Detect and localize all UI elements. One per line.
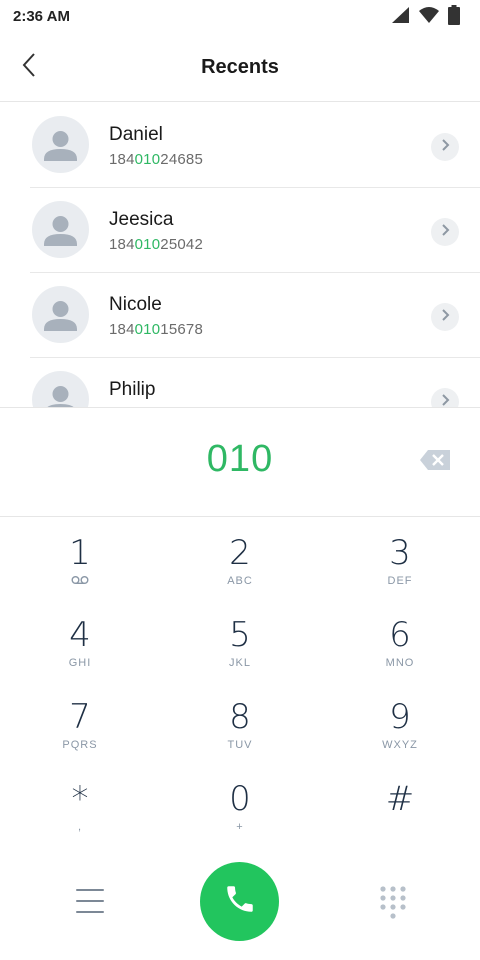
key-digit: 5 xyxy=(229,615,251,655)
divider xyxy=(0,516,480,517)
battery-icon xyxy=(448,4,460,30)
key-letters: + xyxy=(236,821,244,833)
avatar xyxy=(32,116,89,173)
status-bar: 2:36 AM xyxy=(0,0,480,34)
key-letters: TUV xyxy=(227,739,253,751)
recents-list: Daniel 18401024685 Jeesica 18401025042 N… xyxy=(0,103,480,408)
key-digit: 7 xyxy=(69,697,91,737)
menu-line xyxy=(76,911,104,913)
dialpad-toggle-button[interactable] xyxy=(378,885,408,921)
contact-row[interactable]: Nicole 18401015678 xyxy=(0,273,480,358)
status-time: 2:36 AM xyxy=(13,8,70,25)
key-hash[interactable]: # xyxy=(330,780,470,850)
wifi-icon xyxy=(418,6,440,29)
menu-button[interactable] xyxy=(74,886,106,916)
key-6[interactable]: 6 MNO xyxy=(330,616,470,686)
details-button[interactable] xyxy=(431,133,459,161)
key-0[interactable]: 0 + xyxy=(170,780,310,850)
key-letters: , xyxy=(77,821,83,833)
key-letters: ABC xyxy=(227,575,253,587)
person-icon xyxy=(32,131,89,173)
key-1[interactable]: 1 xyxy=(10,534,150,604)
divider xyxy=(0,407,480,408)
key-letters: GHI xyxy=(68,657,92,669)
dialed-number: 010 xyxy=(206,438,274,480)
page-title: Recents xyxy=(201,56,279,78)
key-digit: 6 xyxy=(389,615,411,655)
contact-row[interactable]: Jeesica 18401025042 xyxy=(0,188,480,273)
key-letters: MNO xyxy=(385,657,415,669)
avatar xyxy=(32,201,89,258)
header: Recents xyxy=(0,34,480,102)
contact-name: Nicole xyxy=(109,294,162,315)
contact-number: 18401015678 xyxy=(109,321,203,338)
key-digit: 0 xyxy=(229,779,251,819)
person-icon xyxy=(32,216,89,258)
chevron-right-icon xyxy=(440,223,450,242)
menu-line xyxy=(76,889,104,891)
key-letters: JKL xyxy=(229,657,251,669)
contact-row[interactable]: Daniel 18401024685 xyxy=(0,103,480,188)
chevron-right-icon xyxy=(440,308,450,327)
key-9[interactable]: 9 WXYZ xyxy=(330,698,470,768)
call-button[interactable] xyxy=(200,862,279,941)
details-button[interactable] xyxy=(431,218,459,246)
key-2[interactable]: 2 ABC xyxy=(170,534,310,604)
voicemail-icon xyxy=(10,575,150,589)
avatar xyxy=(32,371,89,408)
menu-line xyxy=(76,900,104,902)
phone-icon xyxy=(223,882,257,921)
backspace-button[interactable] xyxy=(418,448,452,472)
key-4[interactable]: 4 GHI xyxy=(10,616,150,686)
signal-icon xyxy=(390,6,410,29)
contact-row[interactable]: Philip xyxy=(0,358,480,408)
contact-name: Philip xyxy=(109,379,156,400)
key-7[interactable]: 7 PQRS xyxy=(10,698,150,768)
person-icon xyxy=(32,301,89,343)
key-5[interactable]: 5 JKL xyxy=(170,616,310,686)
key-star[interactable]: * , xyxy=(10,780,150,850)
contact-number: 18401024685 xyxy=(109,151,203,168)
key-digit: 4 xyxy=(69,615,91,655)
key-letters xyxy=(330,821,470,835)
contact-number: 18401025042 xyxy=(109,236,203,253)
contact-name: Jeesica xyxy=(109,209,174,230)
key-digit: # xyxy=(385,779,415,819)
key-digit: 1 xyxy=(69,533,91,573)
key-3[interactable]: 3 DEF xyxy=(330,534,470,604)
details-button[interactable] xyxy=(431,388,459,408)
status-icons xyxy=(390,4,460,30)
backspace-icon xyxy=(418,450,452,476)
contact-name: Daniel xyxy=(109,124,163,145)
key-digit: 2 xyxy=(229,533,251,573)
key-digit: 9 xyxy=(389,697,411,737)
chevron-right-icon xyxy=(440,138,450,157)
key-digit: 3 xyxy=(389,533,411,573)
key-digit: * xyxy=(71,779,89,819)
key-letters: WXYZ xyxy=(382,739,418,751)
key-letters: PQRS xyxy=(62,739,98,751)
avatar xyxy=(32,286,89,343)
dialpad-icon xyxy=(378,886,408,925)
chevron-right-icon xyxy=(440,393,450,409)
key-8[interactable]: 8 TUV xyxy=(170,698,310,768)
details-button[interactable] xyxy=(431,303,459,331)
key-digit: 8 xyxy=(229,697,251,737)
key-letters: DEF xyxy=(387,575,413,587)
